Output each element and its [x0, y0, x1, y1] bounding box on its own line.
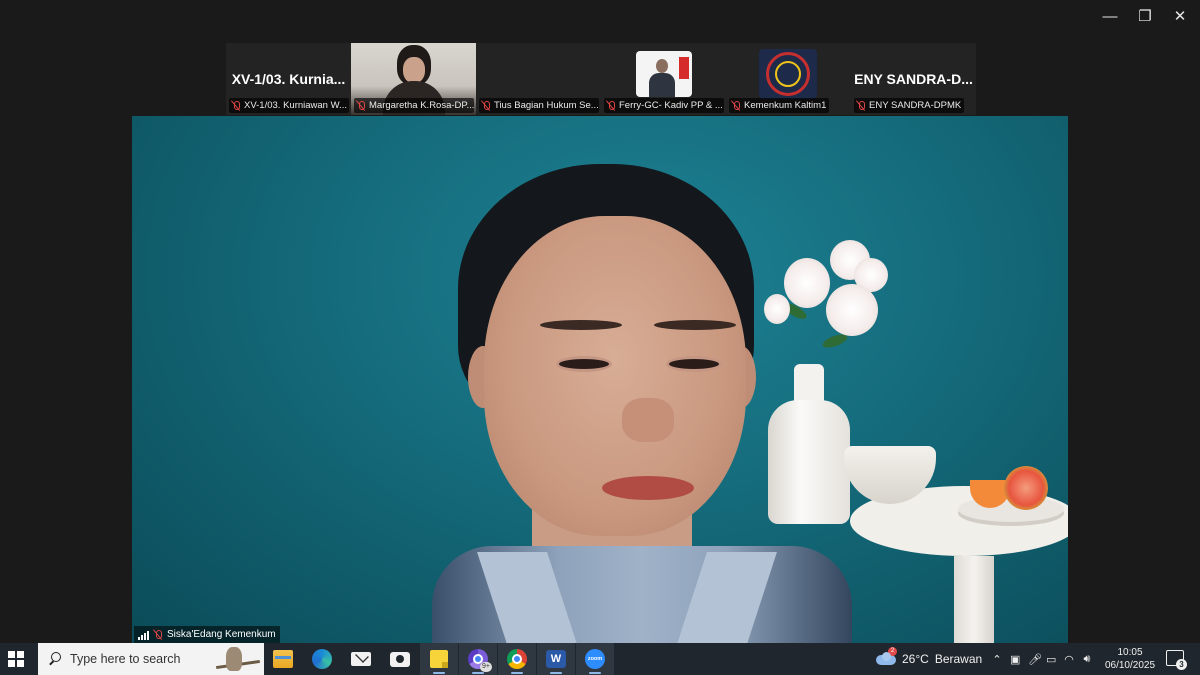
participant-gallery-strip: XV-1/03. Kurnia... XV-1/03. Kurniawan W.…	[226, 43, 976, 115]
connection-signal-icon	[138, 630, 149, 640]
search-icon	[48, 652, 62, 666]
chrome-icon	[507, 649, 527, 669]
participant-label: Ferry-GC- Kadiv PP & ...	[604, 98, 724, 113]
virtual-background-vase	[768, 364, 850, 524]
zoom-taskbar-button[interactable]: zoom	[576, 643, 614, 675]
search-highlight-owl-icon	[216, 645, 260, 673]
sticky-notes-icon	[430, 650, 448, 668]
participant-tile[interactable]: XV-1/03. Kurnia... XV-1/03. Kurniawan W.…	[226, 43, 351, 115]
restore-icon[interactable]: ❐	[1128, 4, 1162, 30]
weather-widget[interactable]: 2 26°C Berawan	[876, 643, 982, 675]
chevron-up-icon[interactable]: ⌃	[992, 653, 1002, 666]
mic-muted-icon	[231, 100, 241, 111]
file-explorer-taskbar-button[interactable]	[264, 643, 302, 675]
search-placeholder: Type here to search	[70, 652, 181, 666]
meet-now-icon[interactable]: ▣	[1010, 653, 1020, 666]
minimize-icon[interactable]: —	[1093, 4, 1127, 30]
edge-taskbar-button[interactable]	[303, 643, 341, 675]
window-titlebar: — ❐ ✕	[0, 0, 1200, 38]
chrome-taskbar-button[interactable]	[498, 643, 536, 675]
microphone-icon[interactable]: 🎤︎	[1028, 653, 1042, 666]
wifi-icon[interactable]: ◠	[1064, 653, 1074, 666]
participant-tile[interactable]: ENY SANDRA-D... ENY SANDRA-DPMK	[851, 43, 976, 115]
chrome-profile-taskbar-button[interactable]: 9+	[459, 643, 497, 675]
virtual-background-table	[954, 556, 994, 644]
clock-time: 10:05	[1117, 647, 1143, 658]
sticky-notes-taskbar-button[interactable]	[420, 643, 458, 675]
participant-tile[interactable]: Tius Bagian Hukum Se...	[476, 43, 601, 115]
clock-date: 06/10/2025	[1104, 660, 1156, 671]
participant-label: Kemenkum Kaltim1	[729, 98, 830, 113]
taskbar-search-box[interactable]: Type here to search	[38, 643, 264, 675]
participant-name: Ferry-GC- Kadiv PP & ...	[619, 100, 723, 111]
weather-temperature: 26°C	[902, 652, 929, 666]
weather-alert-badge: 2	[888, 647, 897, 656]
participant-label: XV-1/03. Kurniawan W...	[229, 98, 349, 113]
active-speaker-label: Siska'Edang Kemenkum	[134, 626, 280, 643]
participant-name: ENY SANDRA-DPMK	[869, 100, 962, 111]
participant-tile[interactable]: Kemenkum Kaltim1	[726, 43, 851, 115]
close-icon[interactable]: ✕	[1163, 4, 1197, 30]
chrome-icon: 9+	[468, 649, 492, 672]
word-taskbar-button[interactable]: W	[537, 643, 575, 675]
zoom-icon: zoom	[585, 649, 605, 669]
participant-display-name: ENY SANDRA-D...	[854, 71, 973, 87]
edge-icon	[312, 649, 332, 669]
participant-name: Margaretha K.Rosa-DP...	[369, 100, 474, 111]
participant-name: Kemenkum Kaltim1	[744, 100, 827, 111]
camera-icon	[390, 651, 410, 667]
weather-condition: Berawan	[934, 652, 983, 666]
participant-profile-picture	[636, 51, 692, 97]
participant-tile[interactable]: Margaretha K.Rosa-DP...	[351, 43, 476, 115]
participant-tile[interactable]: Ferry-GC- Kadiv PP & ...	[601, 43, 726, 115]
active-speaker-video[interactable]	[132, 116, 1068, 644]
participant-label: ENY SANDRA-DPMK	[854, 98, 965, 113]
battery-icon[interactable]: ▭	[1046, 653, 1056, 666]
mic-muted-icon	[856, 100, 866, 111]
word-icon: W	[546, 650, 566, 668]
mic-muted-icon	[356, 100, 366, 111]
participant-name: Tius Bagian Hukum Se...	[494, 100, 599, 111]
system-tray: ⌃ ▣ 🎤︎ ▭ ◠ 🔊︎	[992, 643, 1092, 675]
mic-muted-icon	[606, 100, 616, 111]
mic-muted-icon	[153, 629, 163, 640]
folder-icon	[273, 650, 293, 668]
participant-name: XV-1/03. Kurniawan W...	[244, 100, 347, 111]
participant-label: Tius Bagian Hukum Se...	[479, 98, 599, 113]
windows-taskbar: Type here to search 9+ W zoom 2 26°C Ber…	[0, 643, 1200, 675]
camera-taskbar-button[interactable]	[381, 643, 419, 675]
participant-label: Margaretha K.Rosa-DP...	[354, 98, 474, 113]
windows-start-icon[interactable]	[8, 651, 24, 667]
cloudy-weather-icon: 2	[876, 647, 897, 666]
mail-taskbar-button[interactable]	[342, 643, 380, 675]
taskbar-clock[interactable]: 10:05 06/10/2025	[1102, 646, 1158, 672]
chrome-badge: 9+	[480, 662, 492, 672]
virtual-background-flowers	[752, 236, 892, 366]
mail-icon	[351, 652, 371, 666]
participant-display-name: XV-1/03. Kurnia...	[231, 71, 346, 87]
active-speaker-name: Siska'Edang Kemenkum	[167, 629, 276, 640]
mic-muted-icon	[481, 100, 491, 111]
notification-count-badge: 3	[1176, 659, 1187, 670]
mic-muted-icon	[731, 100, 741, 111]
speaker-icon[interactable]: 🔊︎	[1082, 653, 1092, 666]
kemenkum-logo	[759, 49, 817, 99]
notification-center-icon[interactable]: 3	[1166, 650, 1187, 670]
